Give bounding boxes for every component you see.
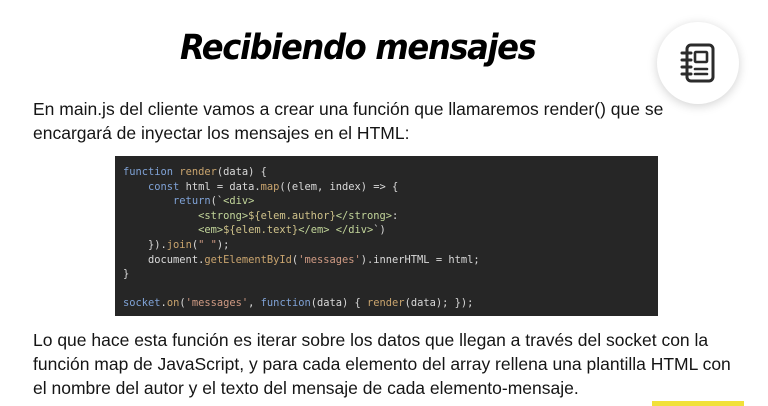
code-line: }).join(" "); xyxy=(123,238,230,251)
code-line: <em>${elem.text}</em> </div>`) xyxy=(198,224,386,237)
code-line: const html = data.map((elem, index) => { xyxy=(148,180,399,193)
notebook-badge xyxy=(657,22,739,104)
code-line: } xyxy=(123,268,130,281)
code-line: document.getElementById('messages').inne… xyxy=(123,253,480,266)
code-line: socket.on('messages', function(data) { r… xyxy=(123,297,474,310)
notebook-icon xyxy=(680,43,715,83)
bottom-highlight-mark xyxy=(652,401,744,406)
code-block: function render(data) { const html = dat… xyxy=(115,156,658,316)
code-line: return(`<div> xyxy=(173,195,255,208)
slide-title: Recibiendo mensajes xyxy=(180,28,537,68)
code-line: <strong>${elem.author}</strong>: xyxy=(198,209,399,222)
code-line: function render(data) { xyxy=(123,166,267,178)
intro-paragraph: En main.js del cliente vamos a crear una… xyxy=(33,99,664,143)
explanation-paragraph: Lo que hace esta función es iterar sobre… xyxy=(33,330,731,398)
